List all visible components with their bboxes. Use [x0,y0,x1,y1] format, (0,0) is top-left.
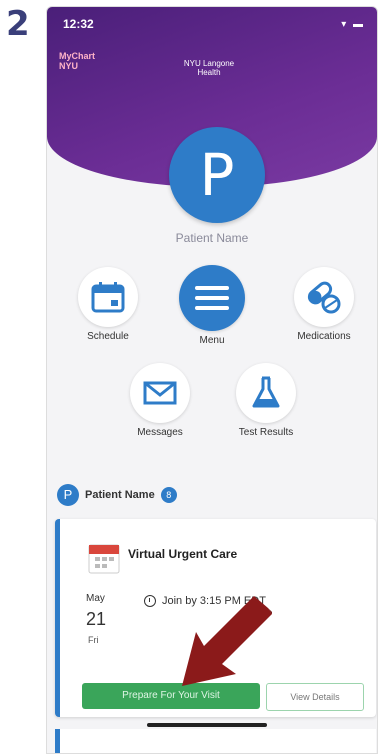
next-card[interactable] [55,729,376,753]
appointment-calendar-icon [88,541,120,575]
status-icons: ▾ ▬ [341,19,365,30]
patient-row-name: Patient Name [85,489,155,501]
view-details-button[interactable]: View Details [266,683,364,711]
test-results-tile[interactable]: Test Results [221,363,311,438]
status-time: 12:32 [63,17,94,31]
mychart-logo-sub: NYU [59,61,79,71]
notification-badge: 8 [160,487,177,503]
visit-weekday: Fri [88,635,99,645]
patient-name-label: Patient Name [175,231,249,245]
messages-label: Messages [137,427,183,438]
mychart-logo: MyChart NYU [59,51,95,71]
patient-avatar[interactable]: P [169,127,265,223]
calendar-icon [78,267,138,327]
menu-icon [179,265,245,331]
medications-tile[interactable]: Medications [279,267,369,342]
pointer-arrow-icon [182,596,272,686]
test-results-label: Test Results [238,427,294,438]
messages-tile[interactable]: Messages [115,363,205,438]
patient-mini-avatar: P [57,484,79,506]
menu-tile[interactable]: Menu [167,265,257,346]
flask-icon [236,363,296,423]
step-number: 2 [6,4,30,44]
menu-label: Menu [199,335,225,346]
nyu-logo-text: NYU Langone Health [183,59,235,77]
visit-title: Virtual Urgent Care [128,547,238,561]
mychart-logo-text: MyChart [59,51,96,61]
pills-icon [294,267,354,327]
envelope-icon [130,363,190,423]
schedule-label: Schedule [87,331,129,342]
nyu-logo: NYU Langone Health [181,59,237,77]
visit-month: May [86,593,105,604]
schedule-tile[interactable]: Schedule [63,267,153,342]
medications-label: Medications [297,331,351,342]
visit-day: 21 [86,609,107,629]
patient-row[interactable]: P Patient Name 8 [57,483,177,507]
home-indicator [147,723,267,727]
clock-icon [144,595,156,607]
